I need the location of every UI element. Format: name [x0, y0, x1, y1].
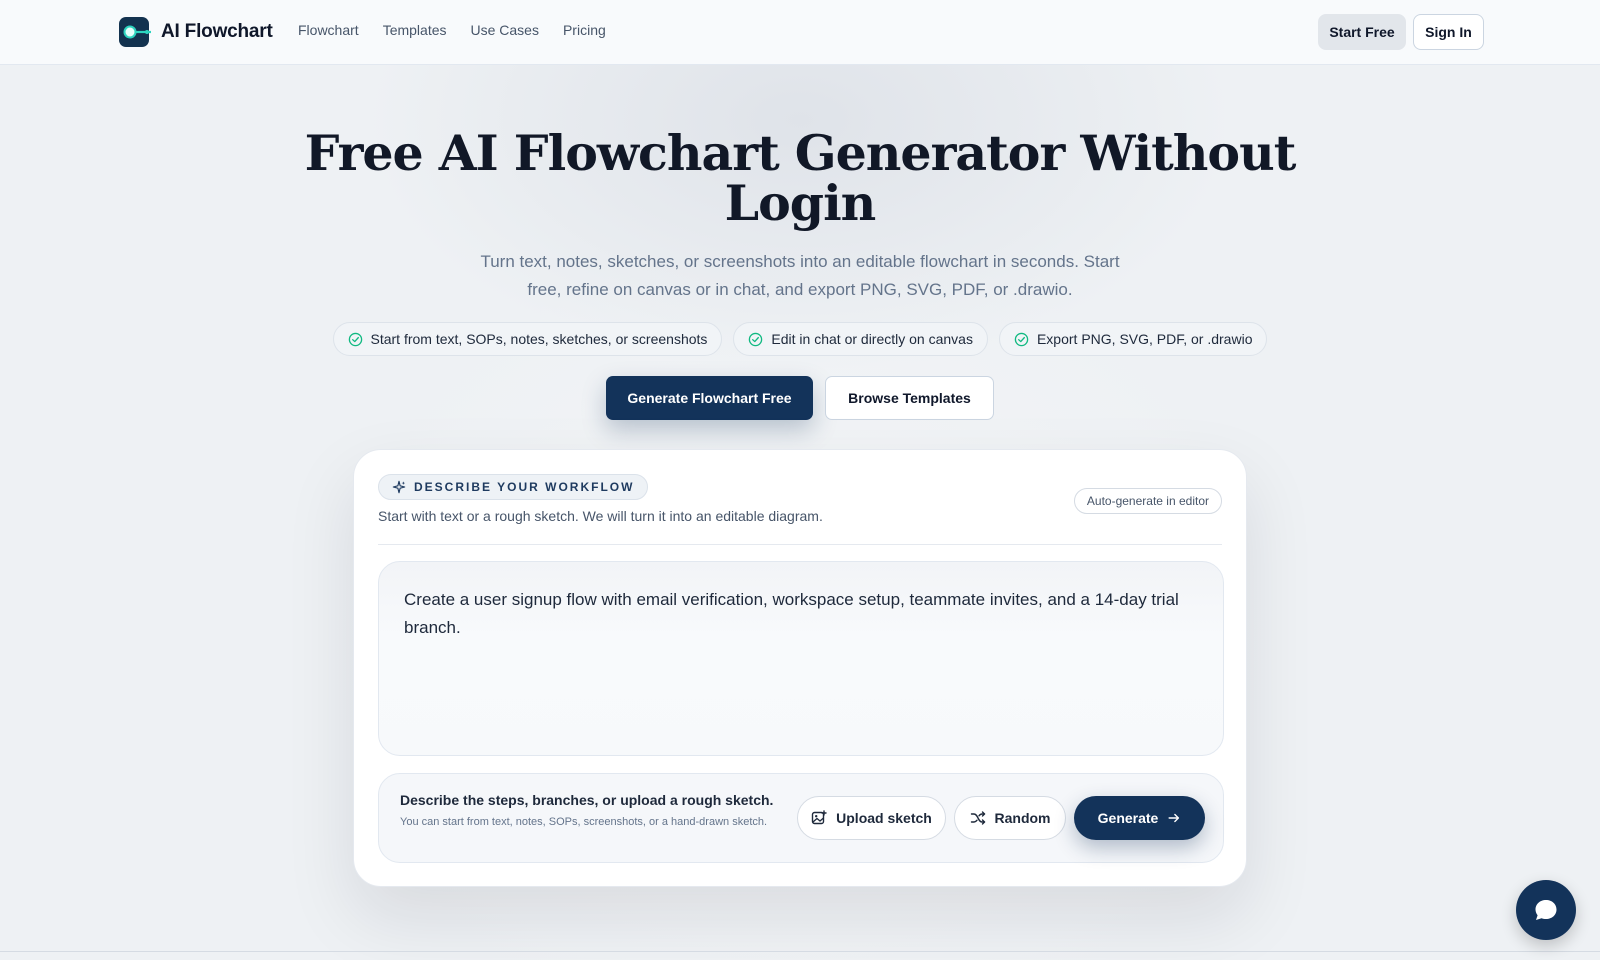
feature-pill: Start from text, SOPs, notes, sketches, …	[332, 322, 723, 356]
upload-sketch-button[interactable]: Upload sketch	[797, 796, 946, 840]
image-plus-icon	[811, 810, 827, 825]
browse-templates-button[interactable]: Browse Templates	[825, 376, 994, 420]
auto-generate-pill: Auto-generate in editor	[1073, 488, 1222, 514]
top-header: AI Flowchart Flowchart Templates Use Cas…	[0, 0, 1600, 65]
feature-pill-label: Start from text, SOPs, notes, sketches, …	[370, 331, 708, 347]
hero-title: Free AI Flowchart Generator Without Logi…	[304, 124, 1297, 232]
hero-cta-row: Generate Flowchart Free Browse Templates	[606, 376, 994, 420]
feature-pill: Edit in chat or directly on canvas	[733, 322, 988, 356]
workflow-badge-label: DESCRIBE YOUR WORKFLOW	[414, 480, 635, 494]
brand-name: AI Flowchart	[161, 21, 273, 42]
generate-flowchart-free-button[interactable]: Generate Flowchart Free	[606, 376, 813, 420]
hero-subtitle: Turn text, notes, sketches, or screensho…	[480, 252, 1120, 299]
section-divider	[0, 951, 1600, 952]
chat-widget-button[interactable]	[1516, 880, 1576, 940]
arrow-right-icon	[1168, 813, 1180, 823]
nav-item-templates[interactable]: Templates	[383, 22, 447, 38]
random-button[interactable]: Random	[954, 796, 1066, 840]
shuffle-icon	[970, 811, 985, 825]
sparkle-icon	[392, 480, 406, 494]
prompt-text: Create a user signup flow with email ver…	[404, 590, 1179, 637]
feature-pill-label: Edit in chat or directly on canvas	[771, 331, 973, 347]
feature-pills: Start from text, SOPs, notes, sketches, …	[0, 322, 1600, 356]
prompt-textarea[interactable]: Create a user signup flow with email ver…	[378, 561, 1224, 756]
random-label: Random	[994, 810, 1051, 826]
check-circle-icon	[348, 332, 362, 346]
hint-title: Describe the steps, branches, or upload …	[400, 792, 774, 808]
check-circle-icon	[1014, 332, 1029, 346]
prompt-action-bar: Describe the steps, branches, or upload …	[378, 773, 1224, 863]
main-nav: Flowchart Templates Use Cases Pricing	[298, 22, 606, 38]
check-circle-icon	[749, 332, 763, 346]
brand-logo[interactable]: AI Flowchart	[119, 17, 273, 47]
chat-bubble-icon	[1535, 900, 1557, 920]
workflow-badge: DESCRIBE YOUR WORKFLOW	[378, 474, 649, 500]
nav-item-pricing[interactable]: Pricing	[563, 22, 606, 38]
generate-label: Generate	[1097, 810, 1159, 826]
feature-pill: Export PNG, SVG, PDF, or .drawio	[998, 322, 1268, 356]
nav-item-use-cases[interactable]: Use Cases	[471, 22, 539, 38]
card-description: Start with text or a rough sketch. We wi…	[378, 508, 823, 524]
upload-sketch-label: Upload sketch	[836, 810, 932, 826]
nav-item-flowchart[interactable]: Flowchart	[298, 22, 359, 38]
hint-subtitle: You can start from text, notes, SOPs, sc…	[400, 816, 768, 828]
generate-button[interactable]: Generate	[1074, 796, 1205, 840]
logo-icon	[119, 17, 151, 47]
sign-in-button[interactable]: Sign In	[1413, 14, 1484, 50]
start-free-button[interactable]: Start Free	[1318, 14, 1406, 50]
workflow-card: DESCRIBE YOUR WORKFLOW Start with text o…	[353, 449, 1247, 887]
feature-pill-label: Export PNG, SVG, PDF, or .drawio	[1036, 331, 1253, 347]
divider	[378, 544, 1222, 545]
